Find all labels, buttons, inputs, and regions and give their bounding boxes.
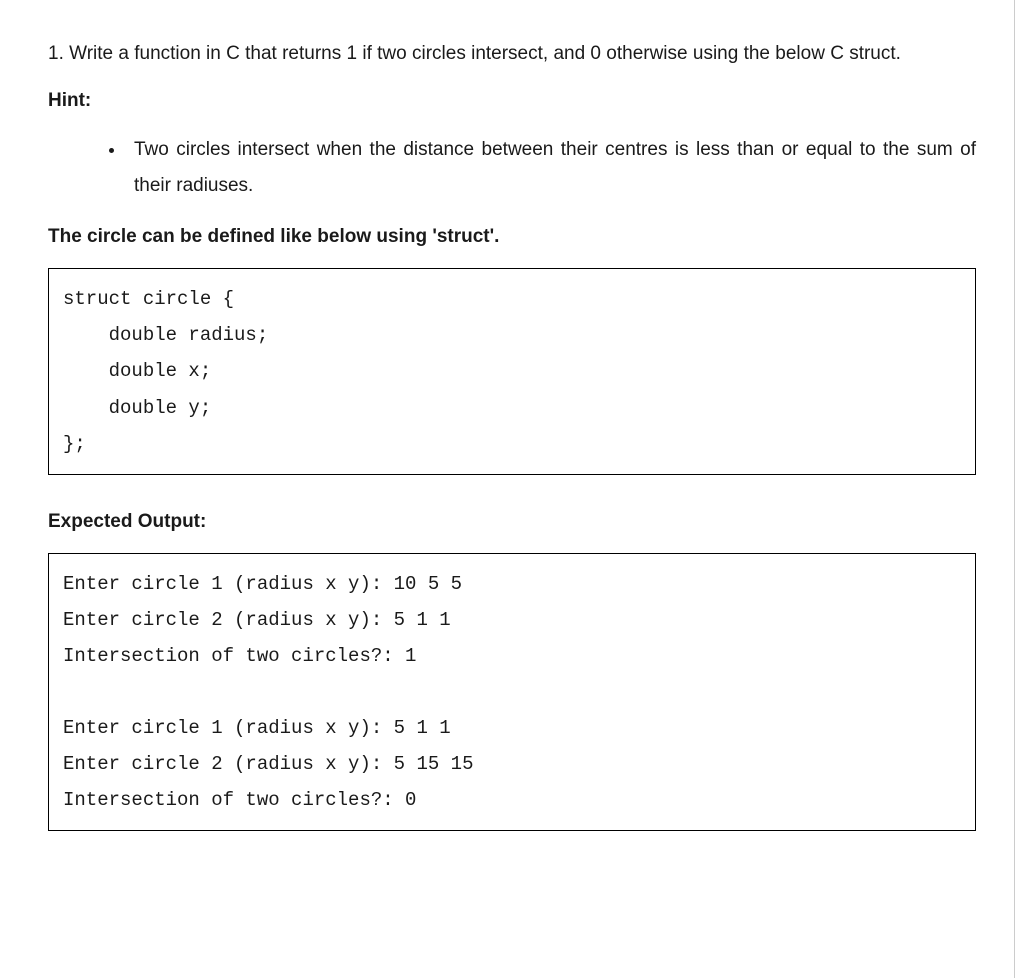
hint-list: Two circles intersect when the distance … bbox=[48, 132, 976, 204]
hint-heading: Hint: bbox=[48, 90, 976, 112]
expected-output-box: Enter circle 1 (radius x y): 10 5 5 Ente… bbox=[48, 553, 976, 832]
page-right-edge bbox=[1014, 0, 1024, 978]
question-text: 1. Write a function in C that returns 1 … bbox=[48, 36, 976, 72]
hint-item: Two circles intersect when the distance … bbox=[126, 132, 976, 204]
expected-output-heading: Expected Output: bbox=[48, 511, 976, 533]
document-content: 1. Write a function in C that returns 1 … bbox=[48, 36, 976, 831]
struct-heading: The circle can be defined like below usi… bbox=[48, 226, 976, 248]
struct-code-box: struct circle { double radius; double x;… bbox=[48, 268, 976, 474]
